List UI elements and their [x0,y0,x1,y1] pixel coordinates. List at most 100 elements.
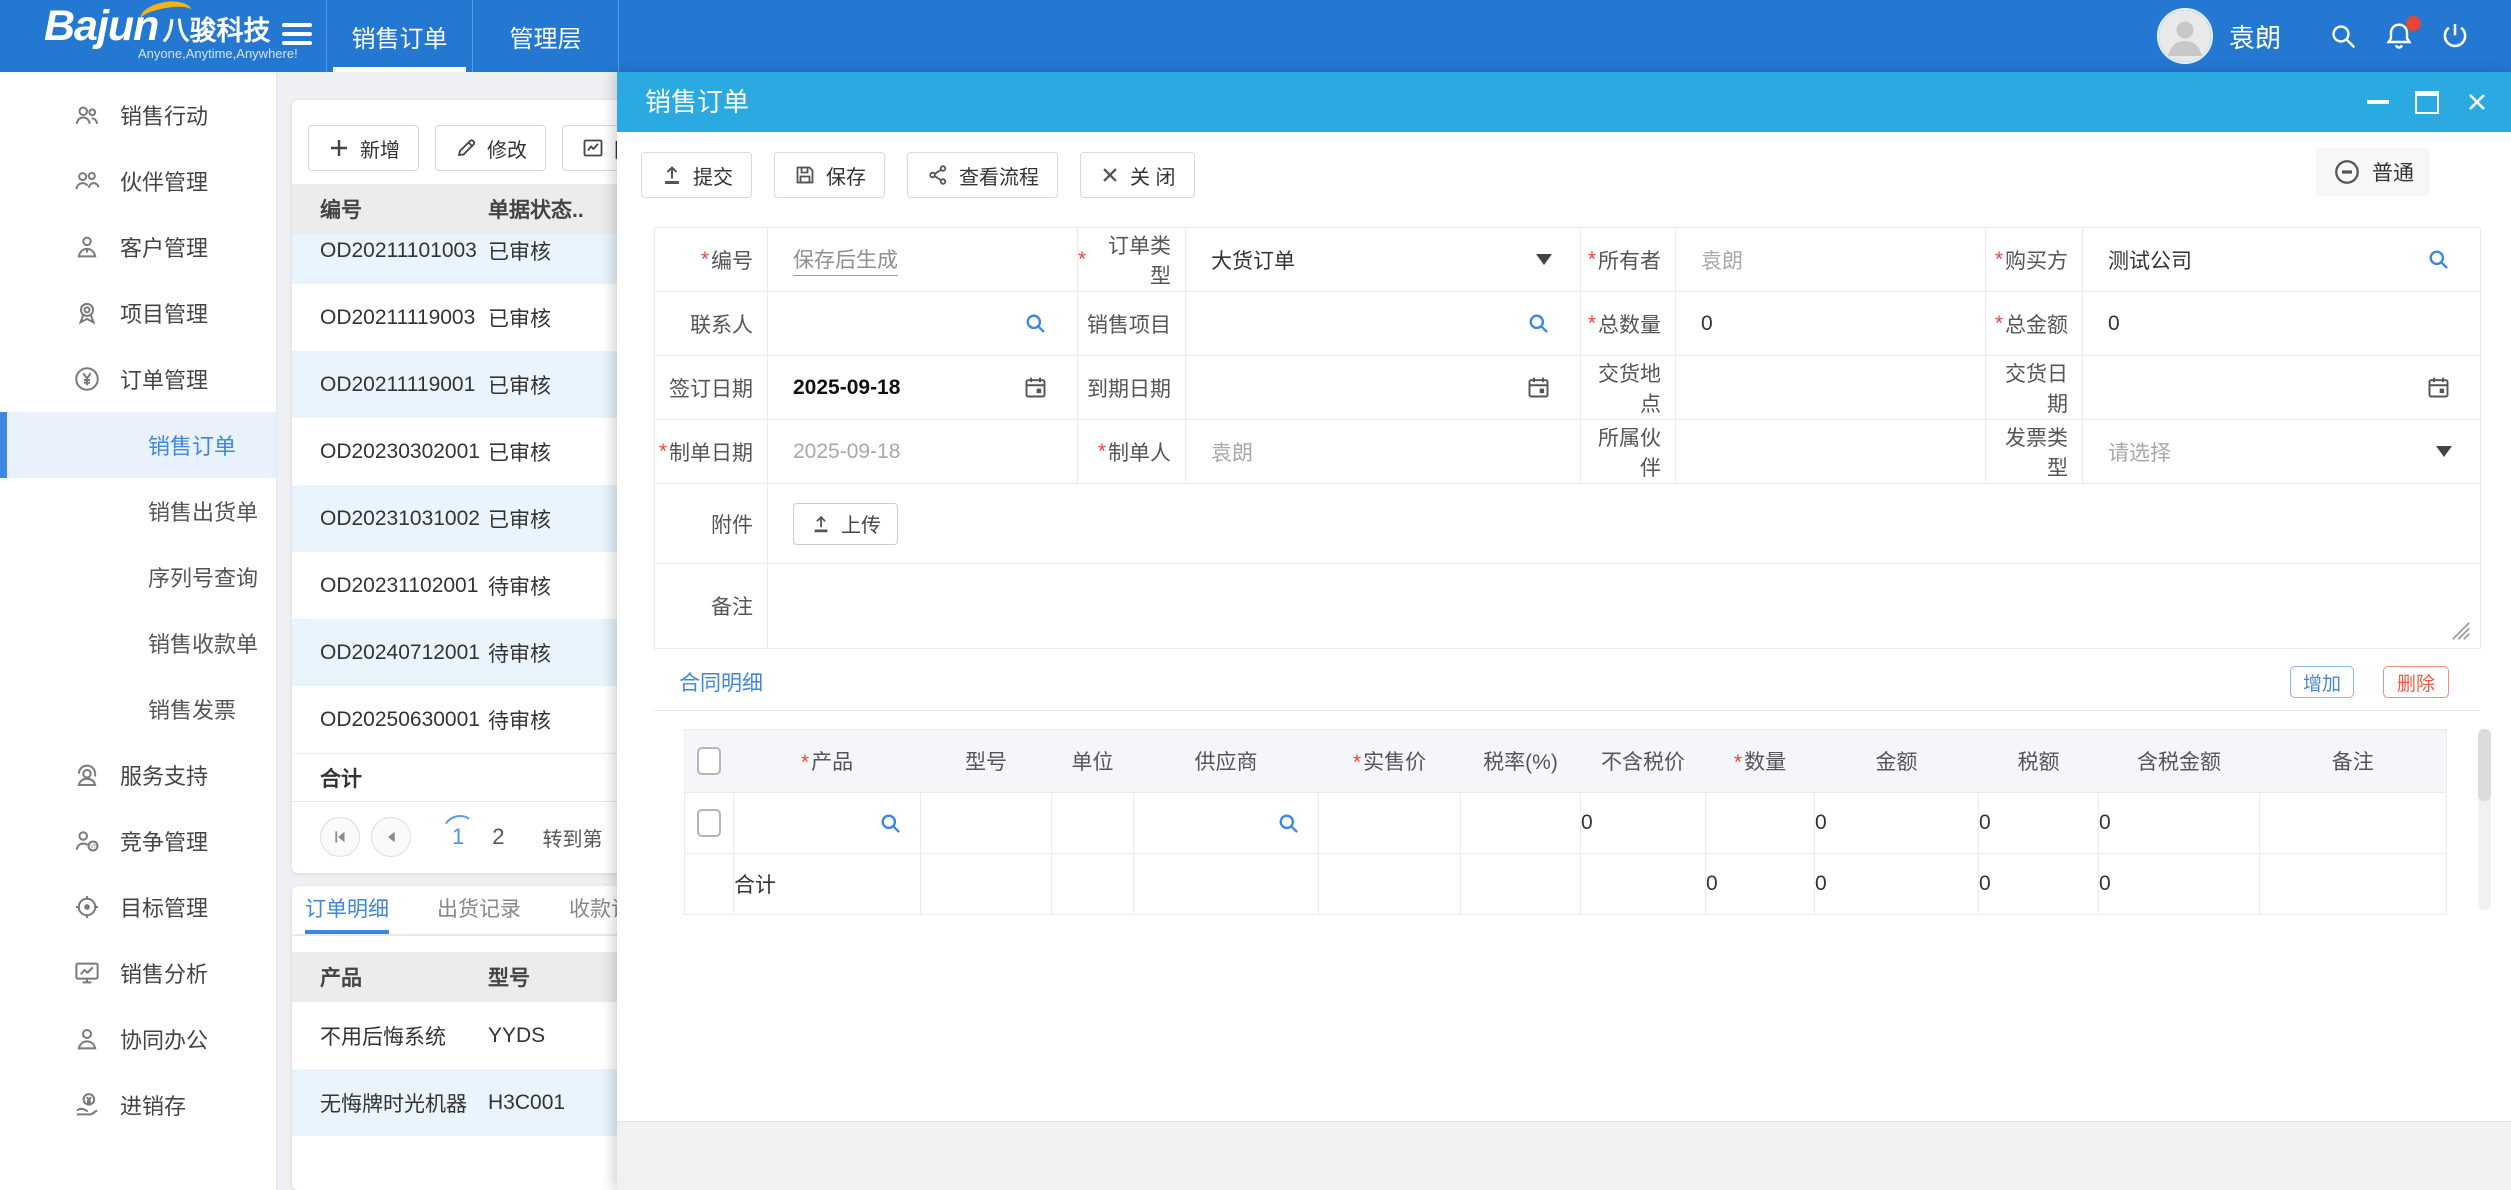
invoice-type-select[interactable]: 请选择 [2083,420,2481,484]
remark-textarea[interactable] [768,564,2481,649]
sidebar-item-serial-query[interactable]: 序列号查询 [0,544,276,610]
unit-cell[interactable] [1052,793,1134,854]
tax-rate-cell[interactable] [1461,793,1581,854]
submit-button[interactable]: 提交 [641,152,752,198]
top-tab-management[interactable]: 管理层 [472,0,619,72]
edit-button[interactable]: 修改 [435,125,546,171]
sidebar-item-sales-order[interactable]: 销售订单 [0,412,276,478]
calendar-icon[interactable] [2425,374,2452,401]
modal-title: 销售订单 [645,72,749,132]
partner-field[interactable] [1676,420,1986,484]
sidebar-item-customer-mgmt[interactable]: 客户管理 [0,214,276,280]
amount-cell[interactable]: 0 [1815,793,1979,854]
close-icon[interactable] [2465,90,2489,114]
tax-cell[interactable]: 0 [1979,793,2099,854]
search-icon[interactable] [1022,310,1049,337]
detail-add-button[interactable]: 增加 [2290,666,2354,698]
app-logo: Bajun 八骏科技 Anyone,Anytime,Anywhere! [44,4,298,61]
sales-project-field[interactable] [1186,292,1581,356]
model-cell[interactable] [921,793,1052,854]
table-scrollbar[interactable] [2478,729,2491,910]
delivery-date-field[interactable] [2083,356,2481,420]
search-icon[interactable] [2425,246,2452,273]
mode-toggle[interactable]: 普通 [2316,148,2430,196]
scrollbar-thumb[interactable] [2478,729,2491,801]
sidebar-item-sales-analysis[interactable]: 销售分析 [0,940,276,1006]
page-number[interactable]: 2 [492,824,504,850]
sidebar-item-competition-mgmt[interactable]: VS 竞争管理 [0,808,276,874]
search-icon[interactable] [877,810,904,837]
delivery-place-field[interactable] [1676,356,1986,420]
logout-power-icon[interactable] [2439,20,2471,52]
view-flow-button[interactable]: 查看流程 [907,152,1058,198]
product-cell[interactable] [734,793,921,854]
sidebar-item-project-mgmt[interactable]: 项目管理 [0,280,276,346]
prev-page-button[interactable] [371,817,411,857]
total-label: 合计 [734,854,921,915]
user-name[interactable]: 袁朗 [2229,18,2281,55]
top-tab-label: 销售订单 [352,19,448,54]
sidebar-item-sales-receipt[interactable]: 销售收款单 [0,610,276,676]
select-all-checkbox[interactable] [697,747,721,775]
modal-footer-area [617,1121,2511,1190]
column-header-remark: 备注 [2260,730,2447,793]
column-header-amount-inc-tax: 含税金额 [2099,730,2260,793]
make-date-field[interactable]: 2025-09-18 [768,420,1078,484]
sale-price-cell[interactable] [1319,793,1461,854]
sidebar-item-sales-shipment[interactable]: 销售出货单 [0,478,276,544]
sidebar-item-order-mgmt[interactable]: 订单管理 [0,346,276,412]
notification-badge [2406,16,2421,31]
total-amount-field[interactable]: 0 [2083,292,2481,356]
sidebar-item-inventory[interactable]: 进销存 [0,1072,276,1138]
tab-order-lines[interactable]: 订单明细 [305,886,389,934]
first-page-button[interactable] [320,817,360,857]
resize-handle-icon[interactable] [2450,620,2472,642]
order-no-field[interactable]: 保存后生成 [768,228,1078,292]
calendar-icon[interactable] [1022,374,1049,401]
sidebar-item-service-support[interactable]: 服务支持 [0,742,276,808]
order-type-select[interactable]: 大货订单 [1186,228,1581,292]
maximize-icon[interactable] [2415,91,2439,114]
due-date-field[interactable] [1186,356,1581,420]
close-order-button[interactable]: 关 闭 [1080,152,1195,198]
logo-tagline: Anyone,Anytime,Anywhere! [138,46,298,61]
owner-field[interactable]: 袁朗 [1676,228,1986,292]
sidebar-item-sales-action[interactable]: 销售行动 [0,82,276,148]
detail-delete-button[interactable]: 删除 [2383,666,2449,698]
add-button[interactable]: 新增 [308,125,419,171]
supplier-cell[interactable] [1134,793,1319,854]
upload-button[interactable]: 上传 [793,503,898,545]
sidebar-item-target-mgmt[interactable]: 目标管理 [0,874,276,940]
search-icon[interactable] [1525,310,1552,337]
calendar-icon[interactable] [1525,374,1552,401]
top-tabs: 销售订单 管理层 [326,0,619,72]
sidebar-item-label: 订单管理 [120,363,208,395]
sidebar-item-sales-invoice[interactable]: 销售发票 [0,676,276,742]
buyer-field[interactable]: 测试公司 [2083,228,2481,292]
minimize-icon[interactable] [2367,100,2389,104]
amount-inc-tax-cell[interactable]: 0 [2099,793,2260,854]
tab-shipment-records[interactable]: 出货记录 [437,886,521,934]
maker-field[interactable]: 袁朗 [1186,420,1581,484]
contact-field[interactable] [768,292,1078,356]
row-checkbox[interactable] [697,809,721,837]
avatar[interactable] [2157,8,2213,64]
field-label-make-date: *制单日期 [655,420,768,484]
price-ex-tax-cell[interactable]: 0 [1581,793,1706,854]
save-button[interactable]: 保存 [774,152,885,198]
notifications-bell-icon[interactable] [2383,20,2415,52]
remark-cell[interactable] [2260,793,2447,854]
competitor-vs-icon: VS [72,826,102,856]
total-amount-inc-tax-value: 0 [2099,854,2260,915]
top-tab-sales-order[interactable]: 销售订单 [326,0,472,72]
detail-table-header: *产品 型号 单位 供应商 *实售价 税率(%) 不含税价 *数量 金额 税额 … [685,730,2447,793]
sign-date-field[interactable]: 2025-09-18 [768,356,1078,420]
page-number-current[interactable]: 1 [452,824,464,850]
sidebar-item-collaboration[interactable]: 协同办公 [0,1006,276,1072]
sidebar-item-partner-mgmt[interactable]: 伙伴管理 [0,148,276,214]
search-icon[interactable] [2327,20,2359,52]
total-qty-field[interactable]: 0 [1676,292,1986,356]
menu-toggle-icon[interactable] [282,23,314,49]
qty-cell[interactable] [1706,793,1815,854]
search-icon[interactable] [1275,810,1302,837]
